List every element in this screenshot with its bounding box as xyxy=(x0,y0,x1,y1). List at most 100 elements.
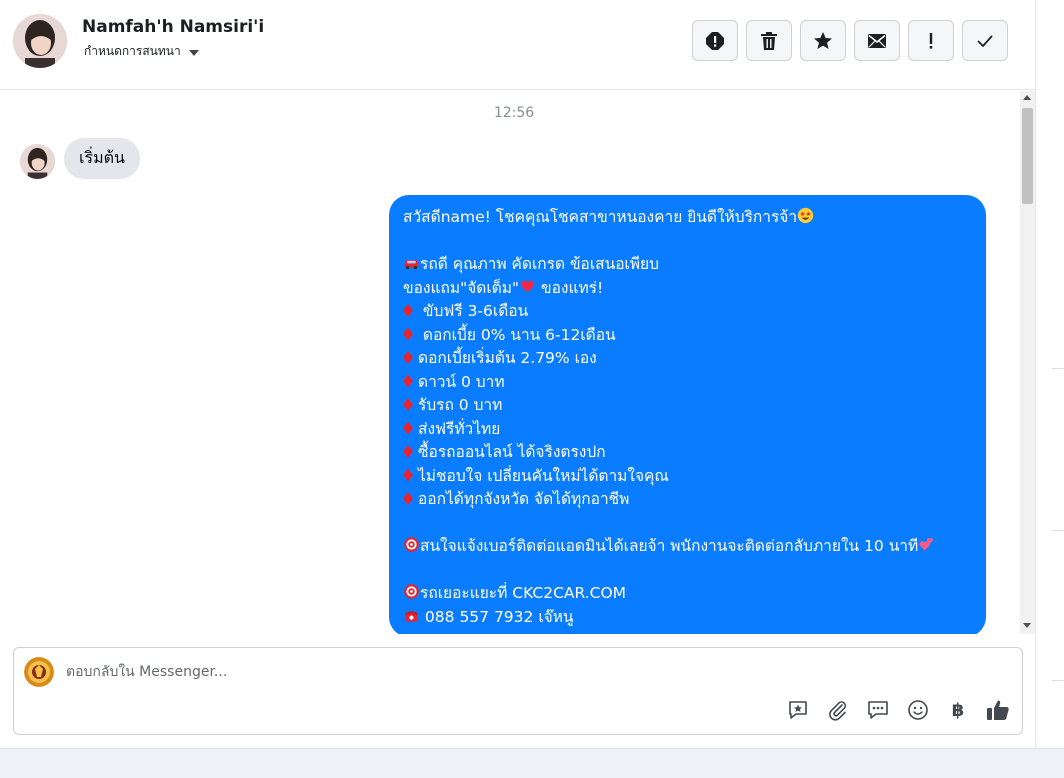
red-diamond-icon xyxy=(403,421,413,435)
message-line-tail: ของแทร่! xyxy=(536,278,604,297)
target-emoji xyxy=(404,537,419,552)
thumbs-up-icon xyxy=(987,700,1009,720)
baht-icon: ฿ xyxy=(951,699,965,721)
star-icon xyxy=(814,31,832,49)
payment-button[interactable]: ฿ xyxy=(946,698,970,722)
telephone-emoji xyxy=(404,610,419,621)
message-line-text: สวัสดีname! โชคคุณโชคสาขาหนองคาย ยินดีให… xyxy=(403,208,798,226)
message-line: ดอกเบี้ย 0% นาน 6-12เดือน xyxy=(403,324,972,348)
spam-button[interactable] xyxy=(692,20,738,61)
conversation-settings-menu[interactable]: กำหนดการสนทนา xyxy=(84,42,199,61)
red-diamond-icon xyxy=(403,374,413,388)
page-logo-icon xyxy=(24,657,54,687)
reply-input[interactable] xyxy=(66,660,766,684)
message-line: รถดี คุณภาพ คัดเกรด ข้อเสนอเพียบ xyxy=(403,253,972,277)
message-timestamp: 12:56 xyxy=(493,105,535,121)
exclamation-icon xyxy=(929,32,933,49)
incoming-message[interactable]: เริ่มต้น xyxy=(64,138,140,179)
alert-circle-icon xyxy=(706,31,724,50)
scroll-down-arrow-icon[interactable] xyxy=(1023,623,1031,628)
edge-divider xyxy=(1052,680,1064,681)
message-line: รถเยอะแยะที่ CKC2CAR.COM xyxy=(403,582,972,606)
conversation-header: Namfah'h Namsiri'i กำหนดการสนทนา xyxy=(0,0,1036,90)
contact-name: Namfah'h Namsiri'i xyxy=(82,17,265,37)
message-line-text: ซื้อรถออนไลน์ ได้จริงตรงปก xyxy=(418,443,606,461)
heart-emoji xyxy=(520,280,535,292)
message-line: สวัสดีname! โชคคุณโชคสาขาหนองคาย ยินดีให… xyxy=(403,206,972,230)
message-line-text: ดอกเบี้ยเริ่มต้น 2.79% เอง xyxy=(418,349,597,367)
window-bottom-bar xyxy=(0,748,1064,778)
smiley-icon xyxy=(908,700,928,720)
car-emoji xyxy=(404,259,419,270)
trash-icon xyxy=(761,31,777,50)
message-line: ไม่ชอบใจ เปลี่ยนคันใหม่ได้ตามใจคุณ xyxy=(403,465,972,489)
message-line-text: สนใจแจ้งเบอร์ติดต่อแอดมินได้เลยจ้า พนักง… xyxy=(420,537,919,555)
emoji-button[interactable] xyxy=(906,698,930,722)
saved-reply-icon xyxy=(789,701,807,719)
message-line-text: ไม่ชอบใจ เปลี่ยนคันใหม่ได้ตามใจคุณ xyxy=(418,466,669,485)
target-emoji xyxy=(404,584,419,599)
follow-up-button[interactable] xyxy=(908,20,954,61)
message-line xyxy=(403,559,972,583)
message-line: สนใจแจ้งเบอร์ติดต่อแอดมินได้เลยจ้า พนักง… xyxy=(403,535,972,559)
sender-avatar-image xyxy=(20,144,55,179)
caret-down-icon xyxy=(188,49,199,56)
message-line-text: ขับฟรี 3-6เดือน xyxy=(418,302,529,320)
message-line-text: รับรถ 0 บาท xyxy=(418,396,503,414)
messenger-page: Namfah'h Namsiri'i กำหนดการสนทนา 12:56 เ… xyxy=(0,0,1064,778)
message-line-text: ดอกเบี้ย 0% นาน 6-12เดือน xyxy=(418,325,616,344)
star-button[interactable] xyxy=(800,20,846,61)
message-line-text: 088 557 7932 เจ๊หนู xyxy=(420,607,574,626)
composer-toolbar: ฿ xyxy=(786,698,1010,722)
message-line-text: ดาวน์ 0 บาท xyxy=(418,372,505,391)
message-thread[interactable]: 12:56 เริ่มต้น สวัสดีname! โชคคุณโชคสาขา… xyxy=(0,91,1020,634)
two-hearts-emoji xyxy=(919,538,934,551)
red-diamond-icon xyxy=(403,398,413,411)
like-button[interactable] xyxy=(986,698,1010,722)
header-toolbar xyxy=(692,20,1008,61)
message-line: ของแถม"จัดเต็ม" ของแทร่! xyxy=(403,277,972,301)
edge-divider xyxy=(1052,530,1064,531)
message-line: ซื้อรถออนไลน์ ได้จริงตรงปก xyxy=(403,441,972,465)
red-diamond-icon xyxy=(403,351,413,364)
message-line: ดาวน์ 0 บาท xyxy=(403,371,972,395)
message-line: ขับฟรี 3-6เดือน xyxy=(403,300,972,324)
envelope-icon xyxy=(868,33,886,48)
attach-button[interactable] xyxy=(826,698,850,722)
incoming-message-text: เริ่มต้น xyxy=(79,148,125,167)
mark-unread-button[interactable] xyxy=(854,20,900,61)
done-button[interactable] xyxy=(962,20,1008,61)
scroll-up-arrow-icon[interactable] xyxy=(1023,95,1031,100)
message-line-text: ส่งฟรีทั่วไทย xyxy=(418,419,501,438)
edge-divider xyxy=(1052,368,1064,369)
message-line: ส่งฟรีทั่วไทย xyxy=(403,418,972,442)
red-diamond-icon xyxy=(403,304,413,317)
message-line-text: ออกได้ทุกจังหวัด จัดได้ทุกอาชีพ xyxy=(418,490,630,508)
check-icon xyxy=(977,34,993,47)
page-avatar xyxy=(24,657,54,687)
message-line xyxy=(403,512,972,536)
message-line: ออกได้ทุกจังหวัด จัดได้ทุกอาชีพ xyxy=(403,488,972,512)
red-diamond-icon xyxy=(403,327,413,341)
reply-composer: ฿ xyxy=(13,647,1023,735)
star-struck-emoji xyxy=(797,207,814,224)
quick-reply-button[interactable] xyxy=(866,698,890,722)
scroll-thumb[interactable] xyxy=(1022,108,1033,204)
message-line-text: ของแถม"จัดเต็ม" xyxy=(403,278,520,297)
message-line-text: รถดี คุณภาพ คัดเกรด ข้อเสนอเพียบ xyxy=(420,255,659,273)
message-line: 088 557 7932 เจ๊หนู xyxy=(403,606,972,630)
delete-button[interactable] xyxy=(746,20,792,61)
contact-avatar-image xyxy=(13,14,67,68)
message-line-text: รถเยอะแยะที่ CKC2CAR.COM xyxy=(420,584,627,602)
saved-reply-button[interactable] xyxy=(786,698,810,722)
red-diamond-icon xyxy=(403,492,413,505)
contact-avatar[interactable] xyxy=(13,14,67,68)
chat-bubbles-icon xyxy=(868,701,888,719)
thread-scrollbar[interactable] xyxy=(1020,91,1035,634)
outgoing-message[interactable]: สวัสดีname! โชคคุณโชคสาขาหนองคาย ยินดีให… xyxy=(389,195,986,634)
message-line: รับรถ 0 บาท xyxy=(403,394,972,418)
message-line: ดอกเบี้ยเริ่มต้น 2.79% เอง xyxy=(403,347,972,371)
sender-avatar xyxy=(20,144,55,179)
adjacent-panel-edge xyxy=(1037,0,1064,748)
red-diamond-icon xyxy=(403,468,413,482)
